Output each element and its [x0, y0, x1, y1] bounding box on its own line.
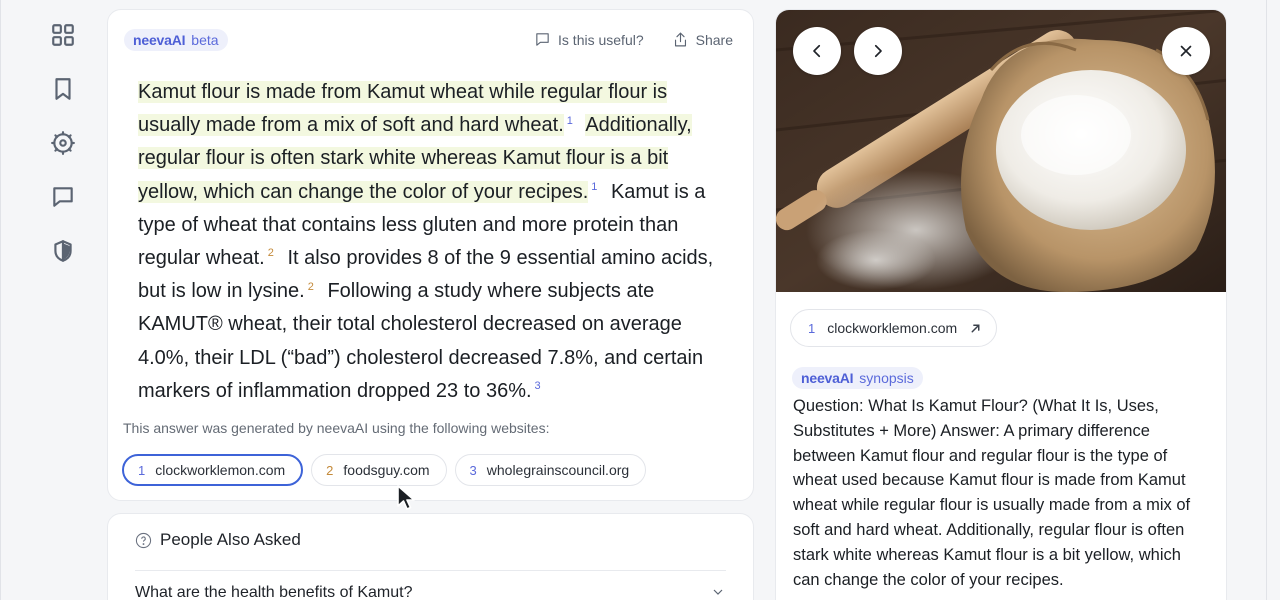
is-useful-button[interactable]: Is this useful?	[534, 31, 644, 48]
source-preview-panel: 1 clockworklemon.com neevaAI synopsis Qu…	[775, 9, 1227, 600]
share-button[interactable]: Share	[672, 31, 733, 48]
beta-tag: beta	[191, 32, 219, 48]
paa-question-item[interactable]: What are the health benefits of Kamut?	[135, 584, 726, 600]
divider	[135, 570, 726, 571]
panel-source-link[interactable]: 1 clockworklemon.com	[790, 309, 998, 347]
comment-icon	[536, 33, 549, 46]
source-chip-2[interactable]: 2 foodsguy.com	[311, 454, 447, 486]
citation-marker[interactable]: 2	[308, 281, 314, 293]
source-number: 3	[469, 462, 477, 478]
generated-note: This answer was generated by neevaAI usi…	[123, 420, 550, 436]
external-link-icon	[971, 324, 980, 332]
flour-photo	[776, 10, 1226, 292]
bookmark-icon[interactable]	[45, 71, 81, 107]
citation-marker[interactable]: 1	[591, 181, 597, 193]
source-name: foodsguy.com	[343, 462, 430, 478]
source-name: clockworklemon.com	[155, 462, 286, 478]
next-button[interactable]	[854, 27, 902, 75]
source-name: wholegrainscouncil.org	[486, 462, 630, 478]
answer-text: Kamut flour is made from Kamut wheat whi…	[138, 76, 718, 408]
citation-marker[interactable]: 2	[268, 247, 274, 259]
source-name: clockworklemon.com	[827, 320, 958, 336]
help-circle-icon	[135, 532, 152, 548]
citation-marker[interactable]: 1	[567, 115, 573, 127]
citation-marker[interactable]: 3	[535, 380, 541, 392]
close-icon	[1180, 45, 1192, 57]
neeva-ai-badge: neevaAI beta	[124, 29, 228, 51]
scrollbar-track[interactable]	[1266, 0, 1280, 600]
synopsis-text: Question: What Is Kamut Flour? (What It …	[793, 397, 1191, 589]
left-rail	[0, 0, 106, 600]
synopsis-tag: synopsis	[859, 370, 914, 386]
paa-title: People Also Asked	[160, 530, 301, 549]
paa-question: What are the health benefits of Kamut?	[135, 584, 413, 600]
synopsis-badge: neevaAI synopsis	[792, 367, 923, 389]
source-number: 2	[326, 462, 334, 478]
people-also-asked-card: People Also Asked What are the health be…	[107, 513, 754, 600]
source-list: 1 clockworklemon.com 2 foodsguy.com 3 wh…	[122, 454, 647, 486]
brand-label: neevaAI	[801, 370, 854, 386]
share-label: Share	[695, 31, 733, 48]
chevron-down-icon	[713, 589, 723, 595]
privacy-shield-icon[interactable]	[45, 233, 81, 269]
answer-card: neevaAI beta Is this useful? Share Kamut…	[107, 9, 754, 510]
settings-gear-icon[interactable]	[45, 125, 81, 161]
chevron-left-icon	[813, 44, 821, 58]
source-chip-1[interactable]: 1 clockworklemon.com	[122, 454, 304, 486]
is-useful-label: Is this useful?	[558, 31, 644, 48]
share-icon	[674, 32, 686, 47]
feedback-chat-icon[interactable]	[45, 179, 81, 215]
chevron-right-icon	[874, 44, 882, 58]
close-button[interactable]	[1162, 27, 1210, 75]
source-number: 1	[138, 462, 146, 478]
mouse-pointer-icon	[397, 485, 415, 510]
source-chip-3[interactable]: 3 wholegrainscouncil.org	[454, 454, 647, 486]
answer-actions: Is this useful? Share	[534, 31, 733, 48]
apps-grid-icon[interactable]	[45, 17, 81, 53]
previous-button[interactable]	[793, 27, 841, 75]
paa-header: People Also Asked	[135, 530, 301, 550]
brand-label: neevaAI	[133, 32, 186, 48]
source-number: 1	[808, 320, 816, 336]
